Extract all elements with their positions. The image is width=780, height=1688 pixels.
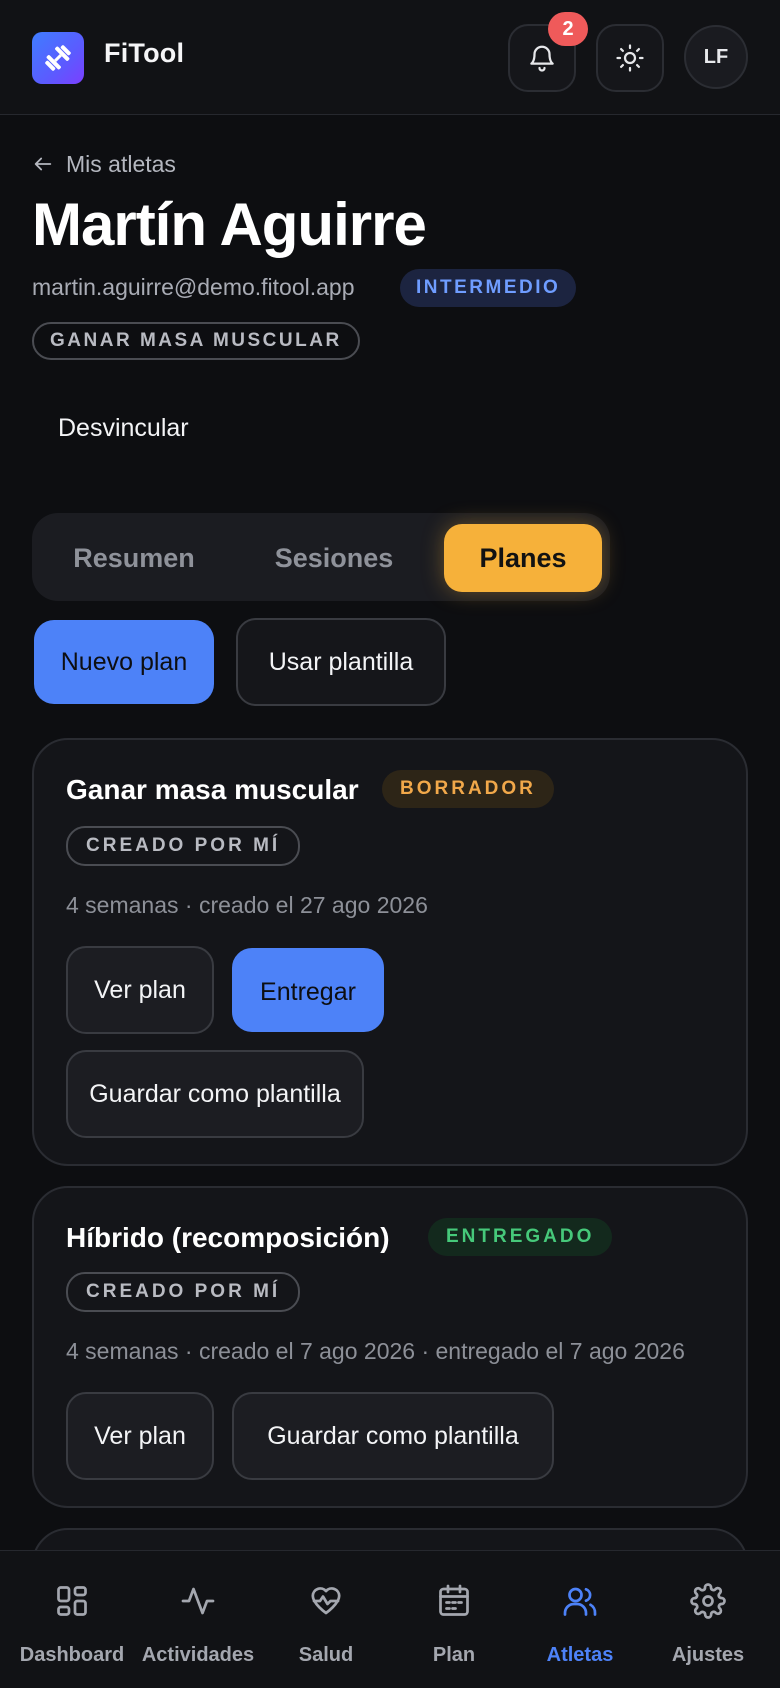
tab-sesiones[interactable]: Sesiones bbox=[250, 524, 418, 592]
tab-bar: Resumen Sesiones Planes bbox=[32, 513, 610, 601]
deliver-button[interactable]: Entregar bbox=[232, 948, 384, 1032]
nav-item-atletas[interactable]: Atletas bbox=[520, 1551, 640, 1688]
bottom-nav: Dashboard Actividades Salud Plan Atletas… bbox=[0, 1550, 780, 1688]
plan-title: Ganar masa muscular bbox=[66, 774, 359, 805]
settings-icon bbox=[690, 1583, 726, 1619]
bell-icon bbox=[530, 45, 554, 72]
nav-item-salud[interactable]: Salud bbox=[266, 1551, 386, 1688]
app-logo-icon[interactable] bbox=[32, 32, 84, 84]
arrow-left-icon bbox=[34, 157, 52, 171]
plan-card: Híbrido (recomposición) ENTREGADO CREADO… bbox=[32, 1186, 748, 1508]
theme-toggle-button[interactable] bbox=[596, 24, 664, 92]
plan-title: Híbrido (recomposición) bbox=[66, 1222, 390, 1253]
avatar-initials: LF bbox=[703, 46, 729, 68]
status-badge: BORRADOR bbox=[382, 770, 554, 808]
nav-label: Salud bbox=[298, 1644, 354, 1666]
tab-planes[interactable]: Planes bbox=[444, 524, 602, 592]
user-avatar-button[interactable]: LF bbox=[684, 25, 748, 89]
creator-badge: CREADO POR MÍ bbox=[66, 826, 301, 866]
plan-card: Ganar masa muscular BORRADOR CREADO POR … bbox=[32, 738, 748, 1166]
athlete-email: martin.aguirre@demo.fitool.app bbox=[32, 274, 355, 300]
creator-badge: CREADO POR MÍ bbox=[66, 1272, 301, 1312]
save-as-template-button[interactable]: Guardar como plantilla bbox=[232, 1392, 554, 1480]
nav-label: Dashboard bbox=[19, 1644, 125, 1666]
back-link-label: Mis atletas bbox=[66, 150, 176, 177]
save-as-template-button[interactable]: Guardar como plantilla bbox=[66, 1050, 364, 1138]
unlink-button[interactable]: Desvincular bbox=[58, 414, 189, 443]
top-bar: FiTool 2 LF bbox=[0, 0, 780, 115]
activity-icon bbox=[181, 1587, 215, 1615]
heart-pulse-icon bbox=[311, 1587, 341, 1615]
grid-icon bbox=[57, 1586, 87, 1616]
goal-badge: GANAR MASA MUSCULAR bbox=[32, 322, 360, 360]
tab-resumen[interactable]: Resumen bbox=[50, 524, 218, 592]
back-link[interactable]: Mis atletas bbox=[32, 148, 176, 180]
use-template-button[interactable]: Usar plantilla bbox=[236, 618, 446, 706]
plan-meta: 4 semanas · creado el 27 ago 2026 bbox=[66, 892, 428, 918]
nav-item-plan[interactable]: Plan bbox=[394, 1551, 514, 1688]
plan-meta: 4 semanas · creado el 7 ago 2026 · entre… bbox=[66, 1338, 685, 1364]
app-name: FiTool bbox=[104, 38, 185, 68]
nav-label: Ajustes bbox=[671, 1644, 745, 1666]
view-plan-button[interactable]: Ver plan bbox=[66, 1392, 214, 1480]
level-badge: INTERMEDIO bbox=[400, 269, 577, 307]
view-plan-button[interactable]: Ver plan bbox=[66, 946, 214, 1034]
sun-icon bbox=[616, 44, 644, 72]
nav-label: Plan bbox=[432, 1644, 476, 1666]
nav-item-ajustes[interactable]: Ajustes bbox=[648, 1551, 768, 1688]
nav-label: Atletas bbox=[546, 1644, 614, 1666]
nav-label: Actividades bbox=[141, 1644, 255, 1666]
nav-item-dashboard[interactable]: Dashboard bbox=[12, 1551, 132, 1688]
notification-count-badge: 2 bbox=[548, 12, 588, 46]
nav-item-actividades[interactable]: Actividades bbox=[138, 1551, 258, 1688]
status-badge: ENTREGADO bbox=[428, 1218, 613, 1256]
users-icon bbox=[563, 1587, 597, 1616]
page-title: Martín Aguirre bbox=[32, 191, 427, 258]
calendar-icon bbox=[439, 1584, 469, 1616]
new-plan-button[interactable]: Nuevo plan bbox=[34, 620, 214, 704]
